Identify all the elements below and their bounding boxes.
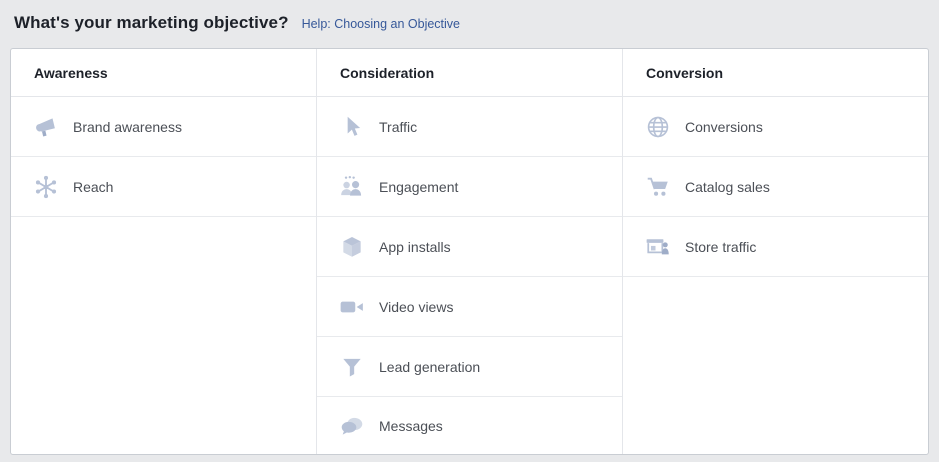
objective-app-installs[interactable]: App installs — [317, 217, 622, 277]
megaphone-icon — [33, 114, 59, 140]
objective-messages[interactable]: Messages — [317, 397, 622, 454]
objective-label: Video views — [379, 298, 454, 315]
people-icon — [339, 174, 365, 200]
cursor-icon — [339, 114, 365, 140]
objective-label: Store traffic — [685, 238, 757, 255]
column-conversion: Conversion Conversions Catalog sales Sto… — [622, 49, 928, 454]
column-header-conversion: Conversion — [623, 49, 928, 97]
globe-icon — [645, 114, 671, 140]
video-camera-icon — [339, 294, 365, 320]
objective-catalog-sales[interactable]: Catalog sales — [623, 157, 928, 217]
objective-label: Brand awareness — [73, 118, 182, 135]
objective-label: Traffic — [379, 118, 418, 135]
cube-icon — [339, 234, 365, 260]
objective-label: Reach — [73, 178, 114, 195]
objective-label: App installs — [379, 238, 451, 255]
empty-cell — [623, 277, 928, 454]
objective-reach[interactable]: Reach — [11, 157, 316, 217]
column-awareness: Awareness Brand awareness Reach — [11, 49, 316, 454]
page-header: What's your marketing objective? Help: C… — [0, 0, 939, 46]
objective-brand-awareness[interactable]: Brand awareness — [11, 97, 316, 157]
objective-label: Conversions — [685, 118, 763, 135]
column-header-awareness: Awareness — [11, 49, 316, 97]
page-title: What's your marketing objective? — [14, 13, 289, 32]
objective-lead-generation[interactable]: Lead generation — [317, 337, 622, 397]
network-spokes-icon — [33, 174, 59, 200]
objective-table: Awareness Brand awareness Reach Consider… — [10, 48, 929, 455]
objective-label: Lead generation — [379, 358, 481, 375]
objective-conversions[interactable]: Conversions — [623, 97, 928, 157]
objective-video-views[interactable]: Video views — [317, 277, 622, 337]
objective-traffic[interactable]: Traffic — [317, 97, 622, 157]
help-link[interactable]: Help: Choosing an Objective — [302, 17, 460, 31]
storefront-icon — [645, 234, 671, 260]
objective-label: Catalog sales — [685, 178, 770, 195]
column-header-consideration: Consideration — [317, 49, 622, 97]
funnel-icon — [339, 354, 365, 380]
shopping-cart-icon — [645, 174, 671, 200]
column-consideration: Consideration Traffic Engagement App ins… — [316, 49, 622, 454]
empty-cell — [11, 217, 316, 454]
chat-bubbles-icon — [339, 413, 365, 439]
objective-label: Engagement — [379, 178, 459, 195]
objective-label: Messages — [379, 417, 443, 434]
objective-store-traffic[interactable]: Store traffic — [623, 217, 928, 277]
objective-engagement[interactable]: Engagement — [317, 157, 622, 217]
